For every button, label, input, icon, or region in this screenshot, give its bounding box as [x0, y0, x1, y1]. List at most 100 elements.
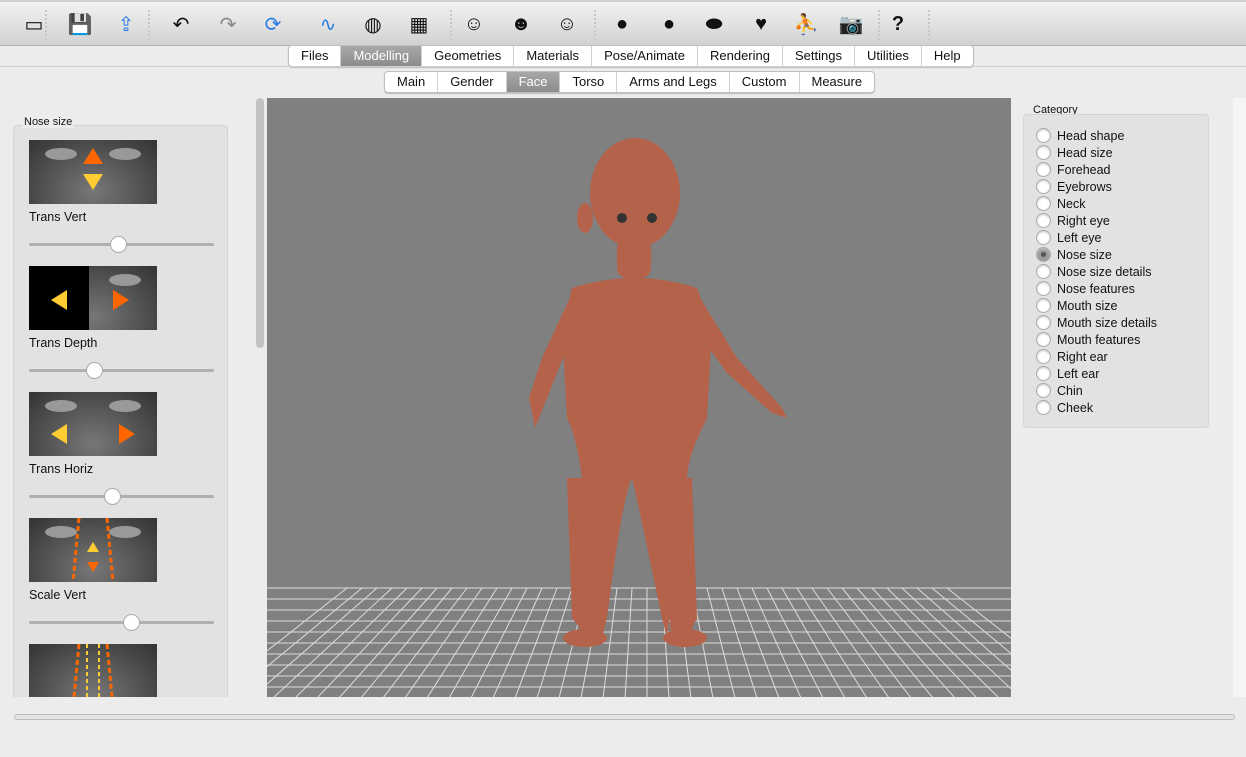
radio-button[interactable] — [1036, 196, 1051, 211]
slider-track[interactable] — [29, 488, 214, 505]
category-label: Head shape — [1057, 128, 1125, 143]
category-radio[interactable]: Nose size details — [1036, 263, 1152, 280]
radio-button[interactable] — [1036, 230, 1051, 245]
slider-handle[interactable] — [85, 362, 103, 379]
category-label: Right eye — [1057, 213, 1110, 228]
tab-files[interactable]: Files — [289, 46, 342, 66]
radio-button[interactable] — [1036, 366, 1051, 381]
category-label: Nose size — [1057, 247, 1112, 262]
category-label: Right ear — [1057, 349, 1108, 364]
slider-track[interactable] — [29, 236, 214, 253]
radio-button[interactable] — [1036, 213, 1051, 228]
side-view-icon[interactable]: ☺ — [553, 10, 581, 38]
category-radio[interactable]: Mouth size — [1036, 297, 1117, 314]
radio-button[interactable] — [1036, 128, 1051, 143]
right-view-icon[interactable]: ● — [655, 10, 683, 38]
bottom-view-icon[interactable]: ♥ — [747, 10, 775, 38]
slider-track[interactable] — [29, 614, 214, 631]
radio-button[interactable] — [1036, 281, 1051, 296]
back-view-icon[interactable]: ☻ — [507, 10, 535, 38]
slider-track[interactable] — [29, 362, 214, 379]
slider-preview-image — [29, 644, 157, 697]
tab-custom[interactable]: Custom — [730, 72, 800, 92]
category-radio[interactable]: Head size — [1036, 144, 1113, 161]
category-radio[interactable]: Left ear — [1036, 365, 1099, 382]
category-radio[interactable]: Head shape — [1036, 127, 1124, 144]
category-label: Mouth size — [1057, 298, 1118, 313]
tab-materials[interactable]: Materials — [514, 46, 593, 66]
category-label: Nose size details — [1057, 264, 1152, 279]
slider-handle[interactable] — [109, 236, 127, 253]
tab-arms-and-legs[interactable]: Arms and Legs — [617, 72, 730, 92]
slider-handle[interactable] — [122, 614, 140, 631]
radio-button[interactable] — [1036, 145, 1051, 160]
slider-label: Trans Depth — [29, 336, 98, 350]
category-radio[interactable]: Mouth features — [1036, 331, 1140, 348]
category-radio[interactable]: Nose features — [1036, 280, 1135, 297]
category-radio[interactable]: Chin — [1036, 382, 1083, 399]
radio-button[interactable] — [1036, 400, 1051, 415]
right-strip — [1233, 98, 1246, 697]
sub-tabs: Main Gender Face Torso Arms and Legs Custom Me… — [384, 71, 876, 93]
category-label: Left ear — [1057, 366, 1100, 381]
window-icon[interactable]: ▭ — [20, 10, 48, 38]
top-view-icon[interactable]: ⬬ — [700, 10, 728, 38]
radio-button[interactable] — [1036, 332, 1051, 347]
radio-button[interactable] — [1036, 298, 1051, 313]
tab-utilities[interactable]: Utilities — [855, 46, 922, 66]
reset-camera-icon[interactable]: ⛹ — [792, 10, 820, 38]
radio-button[interactable] — [1036, 349, 1051, 364]
wireframe-icon[interactable]: ◍ — [359, 10, 387, 38]
category-radio[interactable]: Left eye — [1036, 229, 1101, 246]
category-label: Mouth size details — [1057, 315, 1158, 330]
tab-torso[interactable]: Torso — [560, 72, 618, 92]
export-icon[interactable]: ⇪ — [112, 10, 140, 38]
tab-measure[interactable]: Measure — [800, 72, 875, 92]
category-radio[interactable]: Mouth size details — [1036, 314, 1157, 331]
slider-preview-image — [29, 392, 157, 456]
category-label: Left eye — [1057, 230, 1102, 245]
left-panel-scrollbar[interactable] — [256, 98, 264, 348]
redo-icon[interactable]: ↷ — [214, 10, 242, 38]
category-radio[interactable]: Neck — [1036, 195, 1085, 212]
category-radio[interactable]: Forehead — [1036, 161, 1111, 178]
category-radio[interactable]: Right ear — [1036, 348, 1108, 365]
tab-face[interactable]: Face — [506, 72, 561, 92]
front-view-icon[interactable]: ☺ — [460, 10, 488, 38]
3d-viewport[interactable] — [267, 98, 1011, 697]
category-radio[interactable]: Eyebrows — [1036, 178, 1112, 195]
radio-button[interactable] — [1036, 162, 1051, 177]
tab-modelling[interactable]: Modelling — [341, 46, 423, 66]
radio-button[interactable] — [1036, 315, 1051, 330]
screenshot-icon[interactable]: 📷 — [837, 10, 865, 38]
tab-gender[interactable]: Gender — [438, 72, 507, 92]
background-icon[interactable]: ▦ — [405, 10, 433, 38]
slider-label: Trans Horiz — [29, 462, 94, 476]
slider-label: Scale Vert — [29, 588, 86, 602]
smooth-icon[interactable]: ∿ — [314, 10, 342, 38]
radio-button[interactable] — [1036, 179, 1051, 194]
undo-icon[interactable]: ↶ — [167, 10, 195, 38]
toolbar-separator — [594, 10, 597, 40]
help-icon[interactable]: ? — [884, 10, 912, 38]
tab-settings[interactable]: Settings — [783, 46, 855, 66]
slider-preview-image — [29, 140, 157, 204]
reset-icon[interactable]: ⟳ — [259, 10, 287, 38]
save-icon[interactable]: 💾 — [66, 10, 94, 38]
category-radio[interactable]: Cheek — [1036, 399, 1093, 416]
radio-button[interactable] — [1036, 383, 1051, 398]
left-view-icon[interactable]: ● — [608, 10, 636, 38]
slider-handle[interactable] — [104, 488, 122, 505]
category-label: Mouth features — [1057, 332, 1141, 347]
category-radio[interactable]: Right eye — [1036, 212, 1110, 229]
toolbar-separator — [928, 10, 931, 40]
tab-main[interactable]: Main — [385, 72, 439, 92]
tab-help[interactable]: Help — [922, 46, 973, 66]
tab-geometries[interactable]: Geometries — [422, 46, 515, 66]
tab-rendering[interactable]: Rendering — [698, 46, 783, 66]
category-radio[interactable]: Nose size — [1036, 246, 1112, 263]
tab-pose-animate[interactable]: Pose/Animate — [592, 46, 698, 66]
slider-preview-image — [29, 518, 157, 582]
radio-button[interactable] — [1036, 247, 1051, 262]
radio-button[interactable] — [1036, 264, 1051, 279]
